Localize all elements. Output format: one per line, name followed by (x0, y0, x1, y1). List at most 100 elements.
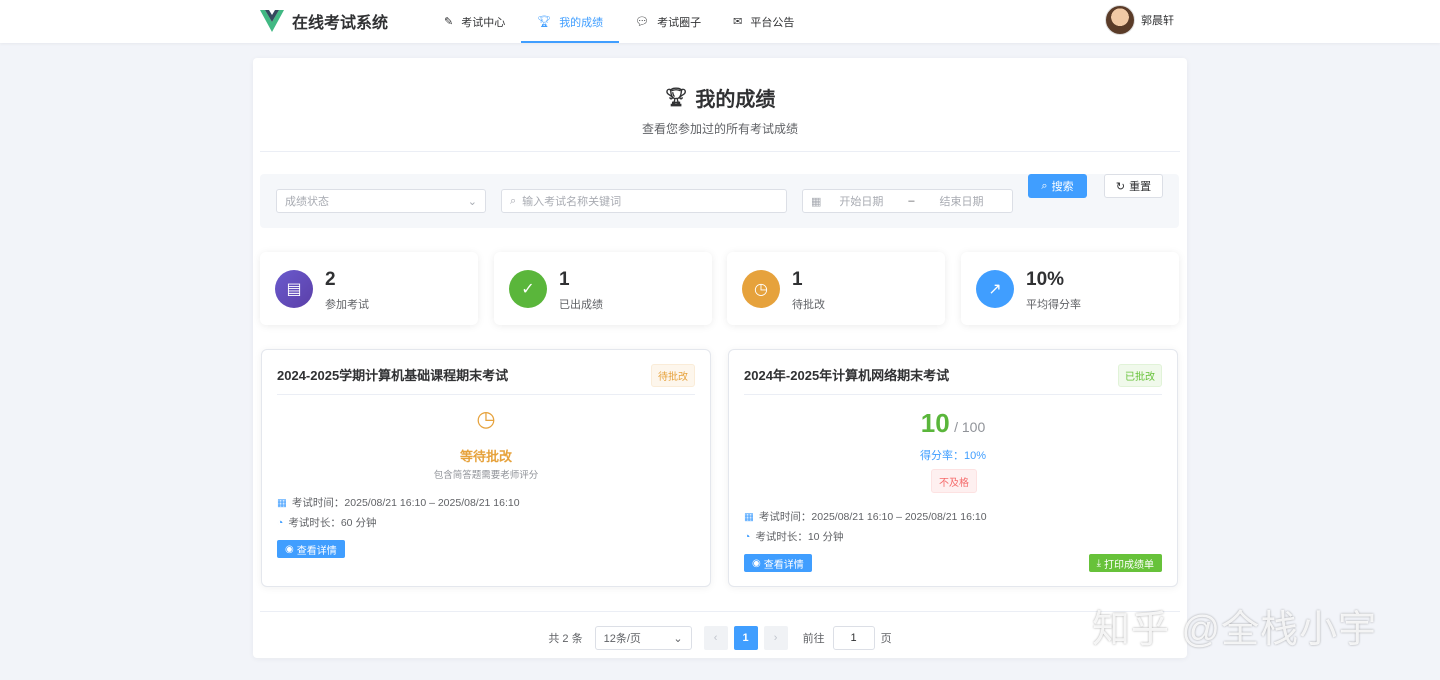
status-placeholder: 成绩状态 (285, 196, 329, 208)
stat-value: 10% (1026, 269, 1065, 290)
mail-icon: ✉ (733, 16, 743, 28)
calendar-icon: ▦ (277, 496, 287, 509)
clock-icon: ◷ (476, 406, 496, 431)
page-1-button[interactable]: 1 (733, 626, 758, 650)
duration-value: 10 分钟 (807, 531, 844, 543)
exam-time: ▦ 考试时间： 2025/08/21 16:10 – 2025/08/21 16:1… (277, 495, 520, 510)
page-title-text: 我的成绩 (695, 89, 776, 111)
stat-label: 待批改 (792, 299, 825, 311)
view-details-button[interactable]: ◉ 查看详情 (744, 554, 812, 572)
app-title: 在线考试系统 (292, 15, 389, 32)
page-size-value: 12条/页 (603, 633, 641, 645)
search-label: 搜索 (1051, 181, 1074, 193)
time-label: 考试时间： (758, 511, 812, 523)
time-value: 2025/08/21 16:10 – 2025/08/21 16:10 (344, 496, 520, 509)
chevron-right-icon: › (773, 632, 778, 644)
trophy-icon: 🏆︎ (537, 16, 552, 28)
page-subtitle: 查看您参加过的所有考试成绩 (641, 122, 798, 136)
pagination: 共 2 条 12条/页 ⌄ ‹ 1 › 前往 1 页 (253, 626, 1187, 650)
user-menu[interactable]: 郭晨轩 (1105, 5, 1174, 35)
check-circle-icon: ✓ (509, 270, 547, 308)
user-name: 郭晨轩 (1141, 15, 1174, 27)
prev-page-button[interactable]: ‹ (703, 626, 728, 650)
nav-label: 平台公告 (750, 16, 795, 29)
button-label: 查看详情 (763, 559, 804, 571)
print-report-button[interactable]: ⤓ 打印成绩单 (1088, 554, 1162, 572)
nav-label: 我的成绩 (559, 16, 604, 29)
duration-label: 考试时长： (755, 531, 808, 543)
pending-title: 等待批改 (459, 449, 512, 464)
top-navbar: 在线考试系统 ✎ 考试中心 🏆︎ 我的成绩 💬︎ 考试圈子 ✉ 平台公告 郭晨轩 (0, 0, 1440, 43)
timer-icon: ◔ (744, 530, 751, 543)
chat-icon: 💬︎ (635, 16, 650, 28)
scores-panel: 🏆︎ 我的成绩 查看您参加过的所有考试成绩 成绩状态 ⌄ ⌕ 输入考试名称关键词 ▦ 开… (253, 58, 1187, 658)
search-icon: ⌕ (1041, 179, 1048, 192)
time-label: 考试时间： (291, 497, 345, 509)
score-total: / 100 (954, 419, 986, 435)
stat-card-graded: ✓ 1 已出成绩 (494, 252, 712, 325)
refresh-icon: ↻ (1115, 180, 1126, 193)
nav-announcements[interactable]: ✉ 平台公告 (717, 0, 810, 43)
exam-card: 2024-2025学期计算机基础课程期末考试 待批改 ◷ 等待批改 包含简答题需… (261, 349, 711, 587)
pending-desc: 包含简答题需要老师评分 (433, 470, 539, 481)
divider (277, 394, 695, 395)
stat-label: 平均得分率 (1026, 299, 1081, 311)
vue-logo-icon (260, 10, 284, 32)
total-count: 共 2 条 (548, 633, 583, 645)
date-range-picker[interactable]: ▦ 开始日期 – 结束日期 (802, 189, 1013, 213)
nav-exam-circle[interactable]: 💬︎ 考试圈子 (619, 0, 717, 43)
nav-label: 考试圈子 (657, 16, 702, 29)
exam-title: 2024年-2025年计算机网络期末考试 (744, 368, 950, 383)
exam-duration: ◔ 考试时长： 60 分钟 (277, 515, 376, 530)
page-suffix: 页 (880, 633, 892, 645)
status-badge: 待批改 (651, 364, 695, 387)
chart-icon: ↗ (976, 270, 1014, 308)
exam-card: 2024年-2025年计算机网络期末考试 已批改 10 / 100 得分率：10… (728, 349, 1178, 587)
reset-button[interactable]: ↻ 重置 (1104, 174, 1163, 198)
duration-label: 考试时长： (288, 517, 341, 529)
trophy-icon: 🏆︎ (664, 87, 688, 107)
stat-value: 1 (792, 269, 803, 290)
button-label: 查看详情 (296, 545, 337, 557)
time-value: 2025/08/21 16:10 – 2025/08/21 16:10 (811, 510, 987, 523)
date-separator: – (908, 195, 915, 207)
button-label: 打印成绩单 (1104, 559, 1154, 571)
next-page-button[interactable]: › (763, 626, 788, 650)
app-logo[interactable]: 在线考试系统 (260, 9, 388, 33)
page-size-select[interactable]: 12条/页 ⌄ (594, 626, 692, 650)
nav-my-scores[interactable]: 🏆︎ 我的成绩 (521, 0, 620, 43)
end-date-input[interactable]: 结束日期 (940, 193, 984, 209)
stat-value: 1 (559, 269, 570, 290)
score-value: 10 (920, 408, 950, 438)
filter-bar: 成绩状态 ⌄ ⌕ 输入考试名称关键词 ▦ 开始日期 – 结束日期 ⌕ 搜索 ↻ 重置 (260, 174, 1179, 228)
timer-icon: ◔ (277, 516, 284, 529)
stat-card-pending: ◷ 1 待批改 (727, 252, 945, 325)
chevron-down-icon: ⌄ (467, 195, 477, 208)
calendar-icon: ▦ (744, 510, 754, 523)
download-icon: ⤓ (1096, 557, 1101, 569)
status-badge: 已批改 (1118, 364, 1162, 387)
status-select[interactable]: 成绩状态 ⌄ (276, 189, 486, 213)
start-date-input[interactable]: 开始日期 (839, 193, 883, 209)
eye-icon: ◉ (752, 557, 761, 569)
view-details-button[interactable]: ◉ 查看详情 (277, 540, 345, 558)
pen-icon: ✎ (444, 16, 454, 28)
watermark: 知乎 @全栈小宇 (1092, 609, 1378, 651)
stat-value: 2 (325, 269, 336, 290)
clock-icon: ◷ (742, 270, 780, 308)
exam-duration: ◔ 考试时长： 10 分钟 (744, 529, 843, 544)
avatar (1105, 5, 1135, 35)
main-nav: ✎ 考试中心 🏆︎ 我的成绩 💬︎ 考试圈子 ✉ 平台公告 (428, 0, 810, 43)
keyword-input[interactable]: ⌕ 输入考试名称关键词 (501, 189, 787, 213)
divider (744, 394, 1162, 395)
stat-label: 已出成绩 (559, 299, 603, 311)
divider (260, 151, 1180, 152)
goto-label: 前往 (802, 633, 825, 645)
nav-exam-center[interactable]: ✎ 考试中心 (428, 0, 521, 43)
goto-page-input[interactable]: 1 (832, 626, 875, 650)
divider (260, 611, 1180, 612)
exam-title: 2024-2025学期计算机基础课程期末考试 (277, 368, 509, 383)
search-button[interactable]: ⌕ 搜索 (1028, 174, 1087, 198)
calendar-icon: ▦ (811, 195, 822, 208)
chevron-down-icon: ⌄ (673, 632, 683, 645)
